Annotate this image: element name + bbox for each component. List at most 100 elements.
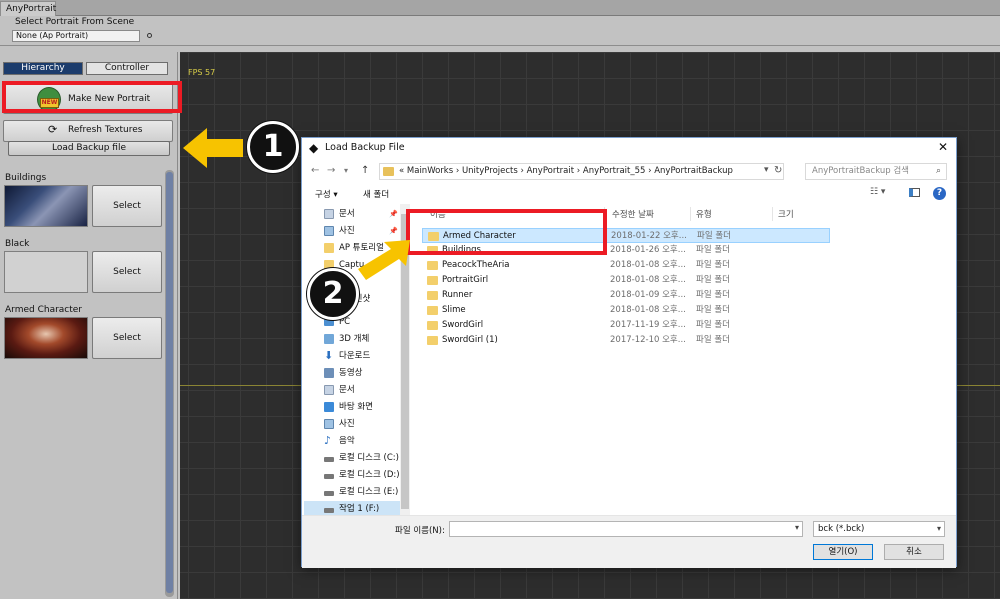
sidebar-scroll-thumb[interactable] [166,172,173,593]
nav-item-3d-objects[interactable]: 3D 개체 [304,331,400,347]
tab-hierarchy[interactable]: Hierarchy [3,62,83,75]
column-header-date[interactable]: 수정한 날짜 [612,208,654,220]
highlight-load-backup [2,81,182,113]
file-row[interactable]: SwordGirl 2017-11-19 오후... 파일 폴더 [422,318,830,333]
highlight-armed-character [406,209,607,255]
nav-item-videos[interactable]: 동영상 [304,365,400,381]
portrait-object-field[interactable]: None (Ap Portrait) [12,30,140,42]
dialog-footer: 파일 이름(N): ▾ bck (*.bck) ▾ 열기(O) 취소 [302,515,956,568]
tab-controller[interactable]: Controller [86,62,168,75]
file-row[interactable]: PortraitGirl 2018-01-08 오후... 파일 폴더 [422,273,830,288]
refresh-icon[interactable]: ↻ [774,165,782,176]
search-placeholder: AnyPortraitBackup 검색 [812,166,909,176]
folder-icon [427,261,438,270]
fps-counter: FPS 57 [188,68,216,77]
music-icon: ♪ [324,434,332,447]
arrow-left-icon [183,128,243,168]
file-type-value: bck (*.bck) [818,524,865,534]
nav-item-pictures[interactable]: 사진 📌 [304,223,400,239]
load-backup-dialog: ◆ Load Backup File ✕ ← → ▾ ↑ « MainWorks… [301,137,957,568]
sidebar-scrollbar[interactable] [165,170,174,597]
dialog-titlebar[interactable]: ◆ Load Backup File ✕ [302,138,956,160]
portrait-name: Black [5,239,30,249]
drive-icon [324,491,334,496]
address-bar[interactable]: « MainWorks › UnityProjects › AnyPortrai… [379,163,784,180]
folder-icon [427,336,438,345]
search-input[interactable]: AnyPortraitBackup 검색 ⌕ [805,163,947,180]
back-arrow-icon[interactable]: ← [311,165,319,176]
folder-icon [427,291,438,300]
step-badge-1: 1 [247,121,299,173]
cancel-button[interactable]: 취소 [884,544,944,560]
view-options-icon[interactable]: ☷ ▾ [870,187,885,197]
document-icon [324,209,334,219]
nav-item-music[interactable]: ♪ 음악 [304,433,400,449]
filename-input[interactable]: ▾ [449,521,803,537]
nav-item-documents-2[interactable]: 문서 [304,382,400,398]
nav-item-downloads[interactable]: ⬇ 다운로드 [304,348,400,364]
nav-item-drive-f[interactable]: 작업 1 (F:) [304,501,400,515]
file-row[interactable]: SwordGirl (1) 2017-12-10 오후... 파일 폴더 [422,333,830,348]
file-row[interactable]: PeacockTheAria 2018-01-08 오후... 파일 폴더 [422,258,830,273]
select-portrait-label: Select Portrait From Scene [15,17,135,27]
recent-dropdown-icon[interactable]: ▾ [344,166,348,175]
refresh-textures-button[interactable]: ⟳ Refresh Textures [3,120,173,142]
portrait-thumbnail[interactable] [4,317,88,359]
up-arrow-icon[interactable]: ↑ [361,165,369,176]
dialog-toolbar: 구성 ▾ 새 폴더 ☷ ▾ ? [302,184,956,204]
open-button[interactable]: 열기(O) [813,544,873,560]
chevron-down-icon[interactable]: ▾ [795,523,799,532]
chevron-down-icon[interactable]: ▾ [764,165,769,175]
close-icon[interactable]: ✕ [938,140,948,154]
nav-item-drive-d[interactable]: 로컬 디스크 (D:) [304,467,400,483]
folder-icon [427,276,438,285]
refresh-icon: ⟳ [48,123,58,136]
pin-icon: 📌 [389,227,398,235]
select-portrait-button[interactable]: Select [92,251,162,293]
address-path: « MainWorks › UnityProjects › AnyPortrai… [399,166,733,176]
file-type-select[interactable]: bck (*.bck) ▾ [813,521,945,537]
select-portrait-button[interactable]: Select [92,317,162,359]
window-tabbar: AnyPortrait [0,0,1000,16]
nav-item-pictures-2[interactable]: 사진 [304,416,400,432]
preview-pane-icon[interactable] [909,188,920,197]
column-header-type[interactable]: 유형 [696,208,712,220]
refresh-textures-label: Refresh Textures [68,125,143,135]
portrait-name: Buildings [5,173,47,183]
filename-label: 파일 이름(N): [395,526,445,536]
forward-arrow-icon[interactable]: → [327,165,335,176]
file-row[interactable]: Slime 2018-01-08 오후... 파일 폴더 [422,303,830,318]
desktop-icon [324,402,334,412]
chevron-down-icon[interactable]: ▾ [937,522,941,536]
select-portrait-button[interactable]: Select [92,185,162,227]
folder-icon [427,306,438,315]
nav-item-pc[interactable]: PC [304,314,400,330]
new-folder-button[interactable]: 새 폴더 [363,188,389,200]
portrait-header: Select Portrait From Scene None (Ap Port… [0,16,1000,46]
pictures-icon [324,419,334,429]
portrait-thumbnail[interactable] [4,251,88,293]
nav-item-drive-c[interactable]: 로컬 디스크 (C:) [304,450,400,466]
pictures-icon [324,226,334,236]
nav-item-documents[interactable]: 문서 📌 [304,206,400,222]
organize-menu[interactable]: 구성 ▾ [315,188,338,200]
nav-item-desktop[interactable]: 바탕 화면 [304,399,400,415]
drive-icon [324,508,334,513]
file-row[interactable]: Runner 2018-01-09 오후... 파일 폴더 [422,288,830,303]
drive-icon [324,457,334,462]
window-tab[interactable]: AnyPortrait [0,1,56,16]
portrait-thumbnail[interactable] [4,185,88,227]
search-icon[interactable]: ⌕ [936,164,941,179]
nav-item-drive-e[interactable]: 로컬 디스크 (E:) [304,484,400,500]
column-divider[interactable] [690,207,691,221]
sidebar: Hierarchy Controller NEW Make New Portra… [0,52,178,599]
column-divider[interactable] [772,207,773,221]
navigation-bar: ← → ▾ ↑ « MainWorks › UnityProjects › An… [302,161,956,183]
load-backup-button[interactable]: Load Backup file [8,141,170,156]
drive-icon [324,474,334,479]
dialog-title: Load Backup File [325,142,405,153]
download-icon: ⬇ [324,349,334,362]
object-picker-icon[interactable] [147,33,152,38]
column-header-size[interactable]: 크기 [778,208,794,220]
help-icon[interactable]: ? [933,187,946,200]
